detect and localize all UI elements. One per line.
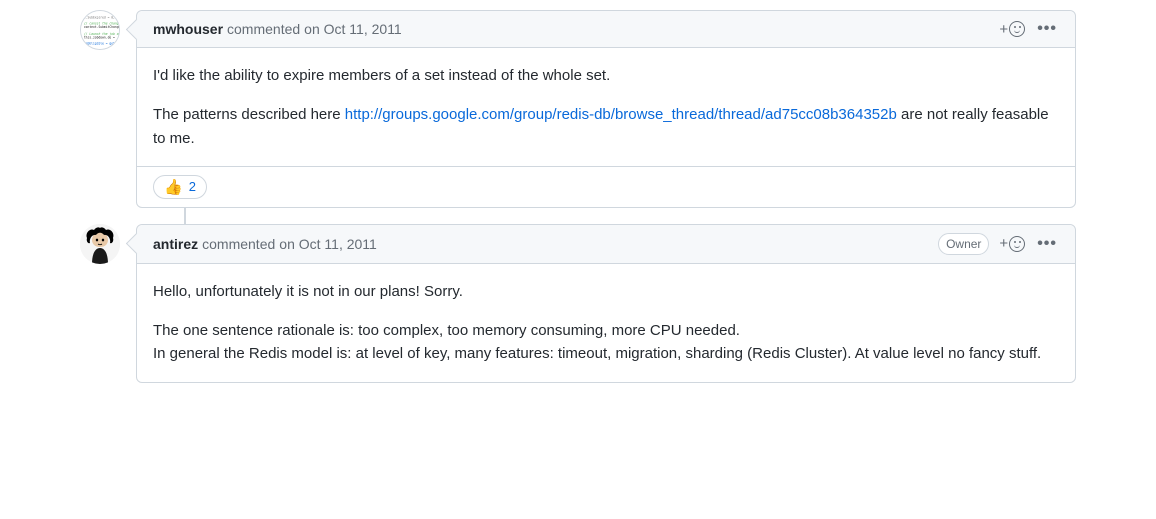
svg-text:webEligible = gettt: webEligible = gettt xyxy=(84,41,119,45)
comment-verb: commented xyxy=(227,21,300,37)
text-fragment: The one sentence rationale is: too compl… xyxy=(153,322,740,339)
comment-paragraph: I'd like the ability to expire members o… xyxy=(153,64,1059,87)
svg-text:this.jobdown.do =: this.jobdown.do = xyxy=(84,36,115,40)
add-reaction-button[interactable]: + xyxy=(997,234,1027,254)
comment-verb: commented xyxy=(202,236,275,252)
svg-text:context.SubmitChanges: context.SubmitChanges xyxy=(84,25,119,29)
comment-header: mwhouser commented on Oct 11, 2011 + ••• xyxy=(137,11,1075,48)
plus-icon: + xyxy=(999,236,1008,251)
comment-body: I'd like the ability to expire members o… xyxy=(137,48,1075,166)
external-link[interactable]: http://groups.google.com/group/redis-db/… xyxy=(345,106,897,123)
comment-header: antirez commented on Oct 11, 2011 Owner … xyxy=(137,225,1075,264)
reaction-count: 2 xyxy=(189,179,196,194)
comment-paragraph: The patterns described here http://group… xyxy=(153,103,1059,150)
timestamp-link[interactable]: on Oct 11, 2011 xyxy=(304,21,402,37)
plus-icon: + xyxy=(999,22,1008,37)
add-reaction-button[interactable]: + xyxy=(997,19,1027,39)
comment-box: mwhouser commented on Oct 11, 2011 + •••… xyxy=(136,10,1076,208)
comment-box: antirez commented on Oct 11, 2011 Owner … xyxy=(136,224,1076,383)
comment-body: Hello, unfortunately it is not in our pl… xyxy=(137,264,1075,382)
reaction-button[interactable]: 👍 2 xyxy=(153,175,207,199)
comment-item: antirez commented on Oct 11, 2011 Owner … xyxy=(80,224,1076,383)
kebab-menu-button[interactable]: ••• xyxy=(1035,19,1059,39)
smiley-icon xyxy=(1009,236,1025,252)
smiley-icon xyxy=(1009,21,1025,37)
comment-item: $.SubExpired = 0; // cancel the change c… xyxy=(80,10,1076,208)
comment-paragraph: The one sentence rationale is: too compl… xyxy=(153,319,1059,366)
reactions-bar: 👍 2 xyxy=(137,166,1075,207)
thumbs-up-icon: 👍 xyxy=(164,178,183,196)
avatar[interactable]: $.SubExpired = 0; // cancel the change c… xyxy=(80,10,120,50)
author-link[interactable]: mwhouser xyxy=(153,21,223,37)
svg-text:$.SubExpired = 0;: $.SubExpired = 0; xyxy=(84,16,115,20)
timestamp-link[interactable]: on Oct 11, 2011 xyxy=(279,236,377,252)
comment-paragraph: Hello, unfortunately it is not in our pl… xyxy=(153,280,1059,303)
owner-badge: Owner xyxy=(938,233,989,255)
avatar[interactable] xyxy=(80,224,120,264)
author-link[interactable]: antirez xyxy=(153,236,198,252)
text-fragment: The patterns described here xyxy=(153,106,345,123)
kebab-menu-button[interactable]: ••• xyxy=(1035,234,1059,254)
text-fragment: In general the Redis model is: at level … xyxy=(153,345,1041,362)
